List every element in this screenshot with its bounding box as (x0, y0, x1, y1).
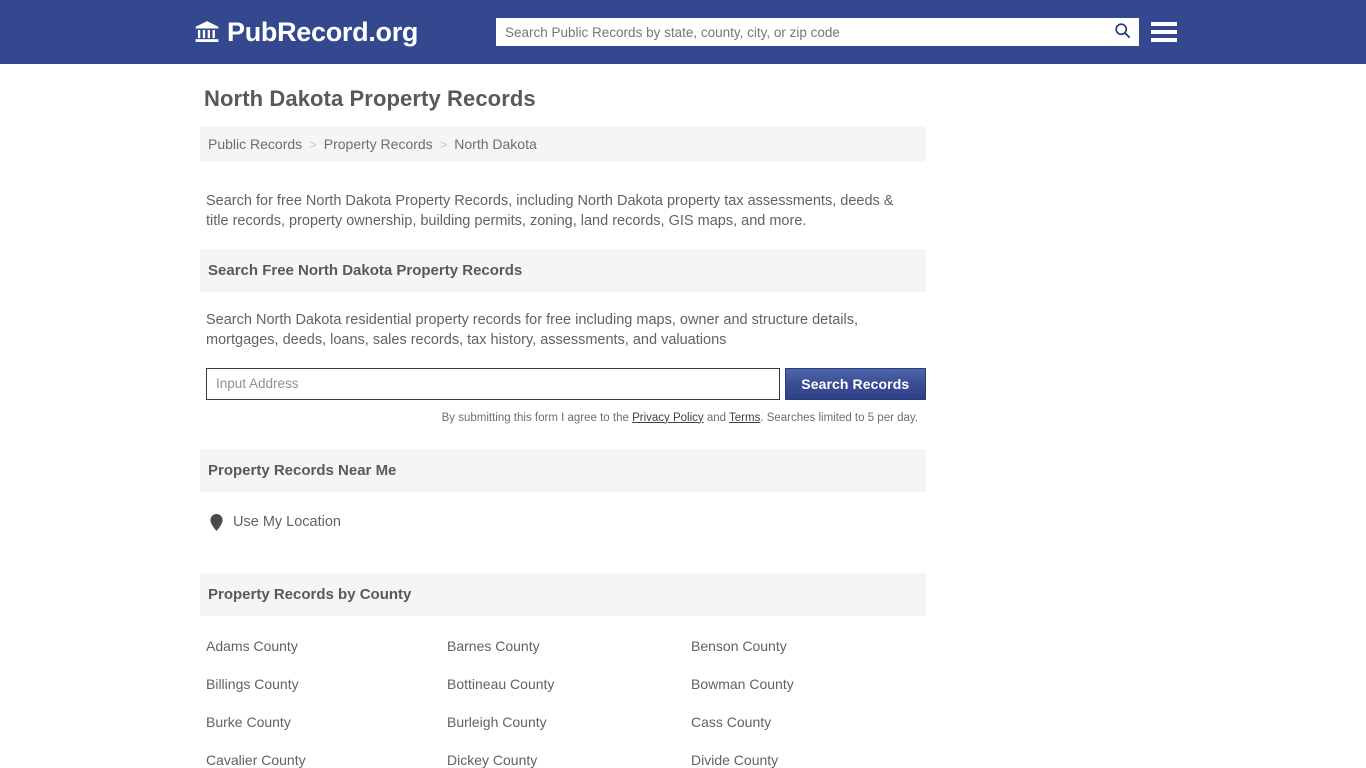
use-my-location-link[interactable]: Use My Location (233, 514, 341, 530)
site-header: PubRecord.org (0, 0, 1366, 64)
map-pin-icon (210, 513, 223, 531)
site-logo-link[interactable]: PubRecord.org (194, 17, 418, 48)
county-grid: Adams County Barnes County Benson County… (200, 616, 926, 768)
county-link[interactable]: Burleigh County (447, 714, 691, 730)
county-link[interactable]: Bottineau County (447, 676, 691, 692)
property-search-form: Search Records (206, 367, 926, 400)
county-link[interactable]: Dickey County (447, 752, 691, 768)
county-link[interactable]: Cass County (691, 714, 932, 730)
page-intro-text: Search for free North Dakota Property Re… (206, 192, 894, 229)
hamburger-bar (1151, 30, 1177, 34)
breadcrumb-separator-icon: > (439, 136, 448, 152)
breadcrumb: Public Records > Property Records > Nort… (200, 126, 926, 162)
form-disclaimer: By submitting this form I agree to the P… (206, 412, 920, 424)
disclaimer-middle: and (703, 411, 730, 424)
privacy-policy-link[interactable]: Privacy Policy (632, 412, 704, 424)
county-link[interactable]: Bowman County (691, 676, 932, 692)
terms-link[interactable]: Terms (729, 412, 760, 424)
search-section-body: Search North Dakota residential property… (200, 292, 926, 424)
search-records-button[interactable]: Search Records (784, 367, 926, 400)
county-section-heading: Property Records by County (200, 572, 926, 616)
county-link[interactable]: Burke County (206, 714, 447, 730)
search-icon (1113, 21, 1132, 43)
near-me-section-heading: Property Records Near Me (200, 448, 926, 492)
site-logo-text: PubRecord.org (227, 16, 419, 47)
county-link[interactable]: Divide County (691, 752, 932, 768)
hamburger-menu-icon[interactable] (1151, 18, 1177, 46)
bank-building-icon (194, 19, 220, 45)
county-link[interactable]: Cavalier County (206, 752, 447, 768)
breadcrumb-item-north-dakota[interactable]: North Dakota (454, 136, 536, 152)
county-link[interactable]: Billings County (206, 676, 447, 692)
main-content: North Dakota Property Records Public Rec… (200, 64, 926, 768)
breadcrumb-item-property-records[interactable]: Property Records (324, 136, 433, 152)
county-link[interactable]: Benson County (691, 638, 932, 654)
header-search-bar (496, 18, 1139, 46)
hamburger-bar (1151, 22, 1177, 26)
disclaimer-prefix: By submitting this form I agree to the (441, 411, 633, 424)
address-input[interactable] (206, 367, 780, 400)
header-search-input[interactable] (497, 19, 1106, 45)
header-search-button[interactable] (1106, 19, 1138, 45)
breadcrumb-item-public-records[interactable]: Public Records (208, 136, 302, 152)
disclaimer-suffix: . Searches limited to 5 per day. (760, 411, 918, 424)
search-section-lead: Search North Dakota residential property… (206, 311, 859, 348)
use-my-location-row[interactable]: Use My Location (200, 492, 926, 557)
county-link[interactable]: Adams County (206, 638, 447, 654)
hamburger-bar (1151, 38, 1177, 42)
county-link[interactable]: Barnes County (447, 638, 691, 654)
page-title: North Dakota Property Records (204, 86, 536, 111)
breadcrumb-separator-icon: > (309, 136, 317, 152)
search-section-heading: Search Free North Dakota Property Record… (200, 248, 926, 292)
